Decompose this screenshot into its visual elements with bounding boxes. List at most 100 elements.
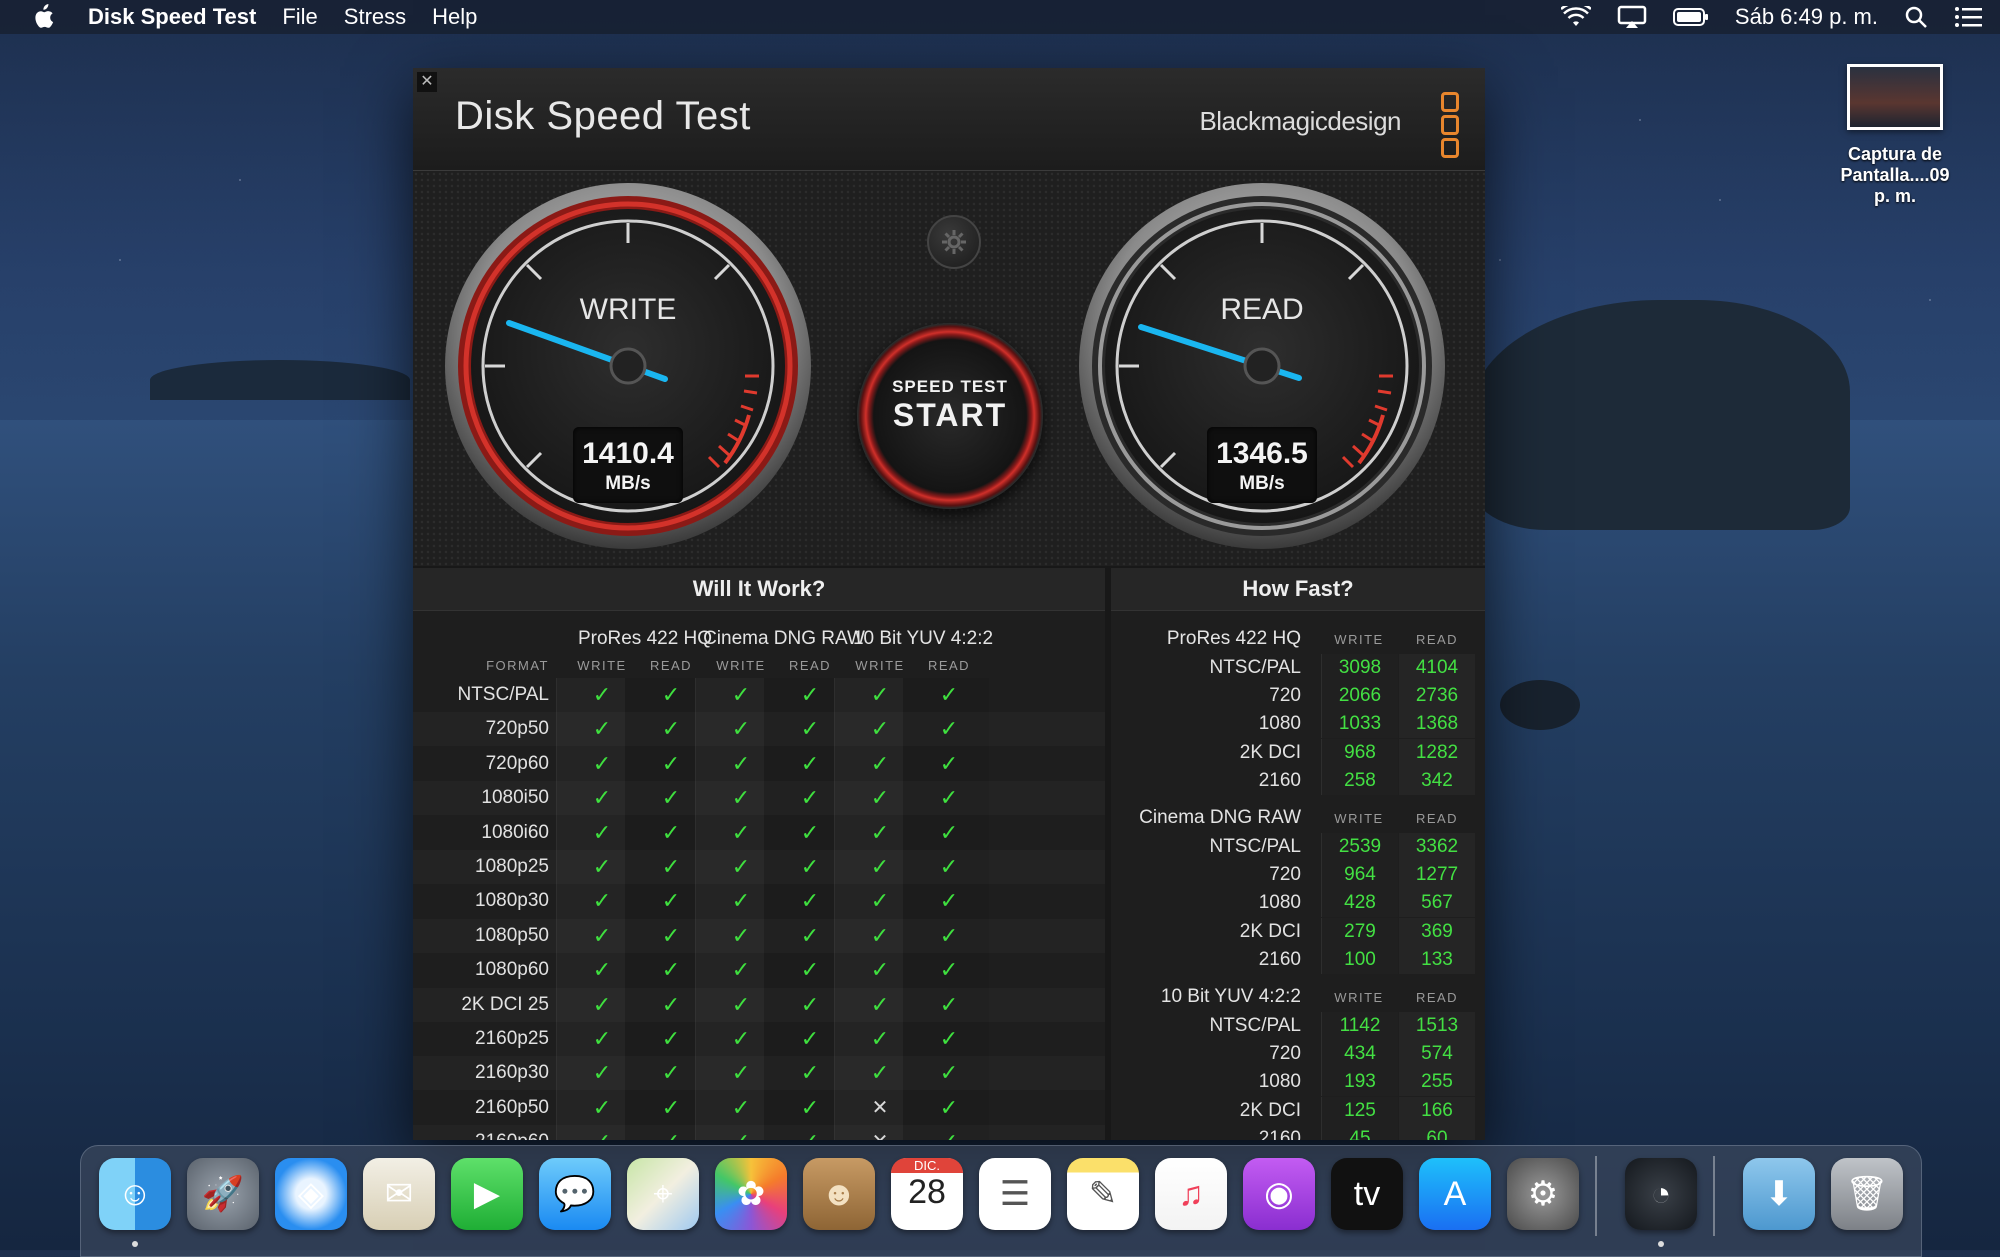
contacts-icon[interactable]: ☻ <box>803 1158 875 1230</box>
write-fps-value: 279 <box>1321 917 1398 946</box>
trash-icon[interactable]: 🗑 <box>1831 1158 1903 1230</box>
menubar-clock[interactable]: Sáb 6:49 p. m. <box>1735 4 1878 30</box>
help-menu[interactable]: Help <box>432 0 477 34</box>
check-icon: ✓ <box>906 1125 992 1140</box>
check-icon: ✓ <box>939 819 959 845</box>
resolution-label: 1080 <box>1258 1071 1301 1093</box>
how-fast-row: 1080 193 255 <box>1111 1068 1485 1097</box>
close-button[interactable]: ✕ <box>417 72 437 92</box>
how-fast-title: How Fast? <box>1111 568 1485 611</box>
read-fps-value: 1513 <box>1399 1012 1475 1040</box>
table-row: 1080p25 ✓ ✓ ✓ ✓ ✓ ✓ <box>413 850 1105 884</box>
how-fast-row: 2K DCI 968 1282 <box>1111 738 1485 767</box>
podcasts-icon[interactable]: ◉ <box>1243 1158 1315 1230</box>
check-icon: ✓ <box>939 991 959 1017</box>
notes-icon[interactable]: ✎ <box>1067 1158 1139 1230</box>
desktop-screenshot-file[interactable]: Captura de Pantalla....09 p. m. <box>1830 64 1960 207</box>
facetime-icon[interactable]: ▶ <box>451 1158 523 1230</box>
disk-speed-test-window: ✕ Disk Speed Test Blackmagicdesign WRITE… <box>413 68 1485 1140</box>
airplay-icon[interactable] <box>1617 0 1647 34</box>
app-store-glyph: A <box>1443 1174 1467 1213</box>
maps-icon[interactable]: ⌖ <box>627 1158 699 1230</box>
read-fps-value: 369 <box>1399 917 1475 946</box>
check-icon: ✓ <box>939 1060 959 1086</box>
write-column-header: WRITE <box>1334 990 1384 1005</box>
table-row: 1080i60 ✓ ✓ ✓ ✓ ✓ ✓ <box>413 816 1105 850</box>
reminders-glyph: ☰ <box>999 1175 1031 1213</box>
write-fps-value: 125 <box>1321 1096 1398 1125</box>
how-fast-group-title: ProRes 422 HQ <box>1166 628 1301 649</box>
messages-icon[interactable]: 💬 <box>539 1158 611 1230</box>
calendar-month: DIC. <box>891 1158 963 1173</box>
file-menu[interactable]: File <box>282 0 317 34</box>
format-label: 1080p25 <box>475 856 549 877</box>
will-it-work-panel: Will It Work? FORMAT ProRes 422 HQ Cinema… <box>413 568 1105 1140</box>
apple-menu-icon[interactable] <box>24 0 62 34</box>
how-fast-group-title: Cinema DNG RAW <box>1139 807 1301 828</box>
resolution-label: 720 <box>1269 685 1301 707</box>
stress-menu[interactable]: Stress <box>344 0 406 34</box>
table-row: 2160p25 ✓ ✓ ✓ ✓ ✓ ✓ <box>413 1022 1105 1056</box>
music-icon[interactable]: ♫ <box>1155 1158 1227 1230</box>
speed-test-start-button[interactable]: SPEED TEST START <box>857 323 1043 509</box>
check-icon: ✓ <box>939 1094 959 1120</box>
menu-bar: Disk Speed Test File Stress Help Sáb 6:4… <box>0 0 2000 34</box>
format-label: 1080i50 <box>481 787 549 809</box>
file-thumbnail <box>1847 64 1943 130</box>
file-name-line2: Pantalla....09 p. m. <box>1840 165 1950 206</box>
write-fps-value: 100 <box>1321 945 1398 974</box>
how-fast-row: 720 2066 2736 <box>1111 682 1485 711</box>
format-column-header: FORMAT <box>486 658 549 673</box>
mail-icon[interactable]: ✉ <box>363 1158 435 1230</box>
reminders-icon[interactable]: ☰ <box>979 1158 1051 1230</box>
disk-speed-test-icon[interactable]: ◔ <box>1625 1158 1697 1230</box>
tv-icon[interactable]: tv <box>1331 1158 1403 1230</box>
resolution-label: 720 <box>1269 864 1301 886</box>
calendar-icon[interactable]: DIC. 28 <box>891 1158 963 1230</box>
battery-icon[interactable] <box>1672 0 1709 34</box>
dock: ☺ 🚀 ◈ ✉ ▶ 💬 ⌖ ✿ ☻ DIC. 28 ☰ ✎ ♫ ◉ tv A ⚙ ◔ ⬇ 🗑 <box>80 1145 1922 1257</box>
app-store-icon[interactable]: A <box>1419 1158 1491 1230</box>
write-fps-value: 1033 <box>1321 710 1398 739</box>
file-name-line1: Captura de <box>1847 144 1943 164</box>
system-preferences-icon[interactable]: ⚙ <box>1507 1158 1579 1230</box>
wifi-icon[interactable] <box>1560 0 1591 34</box>
format-label: 2K DCI 25 <box>461 993 549 1015</box>
photos-icon[interactable]: ✿ <box>715 1158 787 1230</box>
how-fast-row: NTSC/PAL 2539 3362 <box>1111 833 1485 861</box>
spotlight-search-icon[interactable] <box>1904 0 1928 34</box>
downloads-folder-icon[interactable]: ⬇ <box>1743 1158 1815 1230</box>
read-column-header: READ <box>1415 811 1459 826</box>
table-row: 1080p30 ✓ ✓ ✓ ✓ ✓ ✓ <box>413 884 1105 918</box>
resolution-label: 2160 <box>1258 769 1301 791</box>
resolution-label: 720 <box>1269 1043 1301 1065</box>
running-indicator <box>132 1241 138 1247</box>
mail-glyph: ✉ <box>384 1175 414 1213</box>
settings-gear-button[interactable] <box>927 215 981 269</box>
photos-glyph: ✿ <box>736 1175 766 1213</box>
resolution-label: 1080 <box>1258 713 1301 735</box>
finder-icon[interactable]: ☺ <box>99 1158 171 1230</box>
how-fast-row: 2160 100 133 <box>1111 945 1485 974</box>
brand-logo-icon <box>1441 92 1459 161</box>
format-label: 2160p60 <box>423 1125 549 1140</box>
table-row: 2160p50 ✓ ✓ ✓ ✓ ✕ ✓ <box>413 1091 1105 1125</box>
trash-glyph: 🗑 <box>1845 1175 1889 1213</box>
check-icon: ✓ <box>939 716 959 742</box>
safari-icon[interactable]: ◈ <box>275 1158 347 1230</box>
start-button-caption: SPEED TEST <box>892 377 1008 396</box>
check-icon: ✓ <box>939 1026 959 1051</box>
tv-glyph: tv <box>1353 1174 1381 1213</box>
launchpad-icon[interactable]: 🚀 <box>187 1158 259 1230</box>
notification-center-icon[interactable] <box>1954 0 1982 34</box>
format-label: 720p50 <box>485 718 549 740</box>
app-menu[interactable]: Disk Speed Test <box>88 0 256 34</box>
read-fps-value: 255 <box>1399 1068 1475 1097</box>
safari-glyph: ◈ <box>297 1175 325 1213</box>
read-speed-unit: MB/s <box>1239 473 1285 494</box>
rock <box>1500 680 1580 730</box>
read-column-header: READ <box>927 658 971 673</box>
table-row: 2160p30 ✓ ✓ ✓ ✓ ✓ ✓ <box>413 1056 1105 1090</box>
format-label: 2160p30 <box>475 1062 549 1084</box>
downloads-folder-glyph: ⬇ <box>1764 1175 1794 1213</box>
